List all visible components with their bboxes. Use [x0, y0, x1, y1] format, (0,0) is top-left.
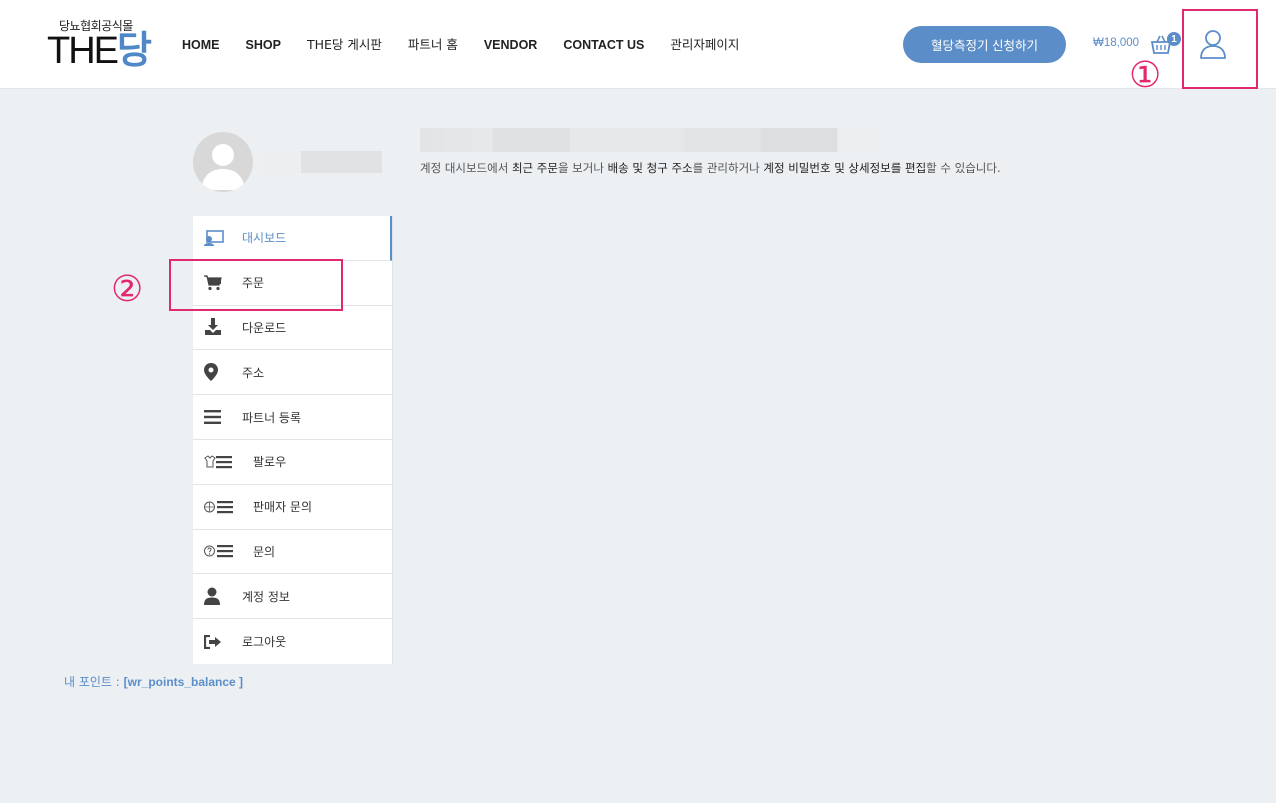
- annotation-box-1: [1182, 9, 1258, 89]
- avatar: [193, 132, 253, 192]
- recent-orders-link[interactable]: 최근 주문: [512, 161, 558, 175]
- blurred-greeting: [420, 128, 874, 152]
- site-logo[interactable]: 당뇨협회공식몰 THE당: [47, 17, 157, 73]
- download-icon: [204, 318, 234, 336]
- logo-wordmark: THE당: [47, 30, 152, 72]
- dashboard-description: 계정 대시보드에서 최근 주문을 보거나 배송 및 청구 주소를 관리하거나 계…: [420, 160, 1001, 176]
- menu-label-logout: 로그아웃: [242, 635, 287, 650]
- nav-vendor[interactable]: VENDOR: [484, 36, 537, 54]
- menu-item-follow[interactable]: 팔로우: [193, 440, 392, 485]
- menu-item-account-info[interactable]: 계정 정보: [193, 574, 392, 620]
- cart-total[interactable]: ₩18,000: [1093, 37, 1139, 49]
- menu-label-follow: 팔로우: [253, 455, 287, 470]
- desc-text-3: 를 관리하거나: [692, 161, 764, 175]
- location-pin-icon: [204, 363, 234, 382]
- logo-prefix: THE: [47, 30, 119, 72]
- menu-label-account-info: 계정 정보: [242, 589, 290, 604]
- dashboard-icon: [204, 229, 234, 247]
- cart-count-badge: 1: [1167, 32, 1181, 46]
- logo-accent: 당: [117, 30, 152, 72]
- addresses-link[interactable]: 배송 및 청구 주소: [608, 161, 693, 175]
- menu-label-vendor-inquiry: 판매자 문의: [253, 500, 313, 515]
- menu-label-partner-register: 파트너 등록: [242, 410, 302, 425]
- menu-label-dashboard: 대시보드: [242, 231, 287, 246]
- nav-partner-home[interactable]: 파트너 홈: [408, 36, 458, 54]
- logout-icon: [204, 633, 234, 651]
- main-nav: HOME SHOP THE당 게시판 파트너 홈 VENDOR CONTACT …: [182, 36, 765, 54]
- question-list-icon: [204, 542, 234, 560]
- menu-item-logout[interactable]: 로그아웃: [193, 619, 392, 664]
- cart-button[interactable]: 1: [1150, 32, 1181, 56]
- menu-lines-icon: [204, 408, 234, 426]
- menu-label-address: 주소: [242, 365, 265, 380]
- nav-contact-us[interactable]: CONTACT US: [563, 36, 644, 54]
- menu-item-partner-register[interactable]: 파트너 등록: [193, 395, 392, 440]
- vendor-inquiry-icon: [204, 498, 234, 516]
- menu-item-inquiry[interactable]: 문의: [193, 530, 392, 575]
- glucose-meter-apply-button[interactable]: 혈당측정기 신청하기: [903, 26, 1066, 63]
- account-details-link[interactable]: 계정 비밀번호 및 상세정보를 편집: [763, 161, 926, 175]
- nav-admin-page[interactable]: 관리자페이지: [670, 36, 739, 54]
- annotation-marker-1: ①: [1129, 55, 1162, 96]
- menu-item-dashboard[interactable]: 대시보드: [193, 216, 392, 261]
- points-value: [wr_points_balance ]: [123, 675, 244, 689]
- menu-label-downloads: 다운로드: [242, 320, 287, 335]
- desc-text-4: 할 수 있습니다.: [926, 161, 1001, 175]
- default-avatar-icon: [201, 144, 245, 190]
- menu-label-inquiry: 문의: [253, 544, 276, 559]
- desc-text-1: 계정 대시보드에서: [420, 161, 512, 175]
- follow-list-icon: [204, 453, 234, 471]
- desc-text-2: 을 보거나: [557, 161, 608, 175]
- menu-item-address[interactable]: 주소: [193, 350, 392, 396]
- nav-shop[interactable]: SHOP: [246, 36, 281, 54]
- menu-item-downloads[interactable]: 다운로드: [193, 306, 392, 351]
- nav-home[interactable]: HOME: [182, 36, 220, 54]
- points-label: 내 포인트 :: [64, 675, 124, 689]
- annotation-box-2: [169, 259, 343, 311]
- user-icon: [204, 587, 234, 606]
- site-header: 당뇨협회공식몰 THE당 HOME SHOP THE당 게시판 파트너 홈 VE…: [0, 0, 1276, 89]
- my-points: 내 포인트 : [wr_points_balance ]: [64, 673, 243, 690]
- menu-item-vendor-inquiry[interactable]: 판매자 문의: [193, 485, 392, 530]
- annotation-marker-2: ②: [111, 269, 144, 310]
- nav-board[interactable]: THE당 게시판: [307, 36, 382, 54]
- blurred-username: [266, 151, 382, 173]
